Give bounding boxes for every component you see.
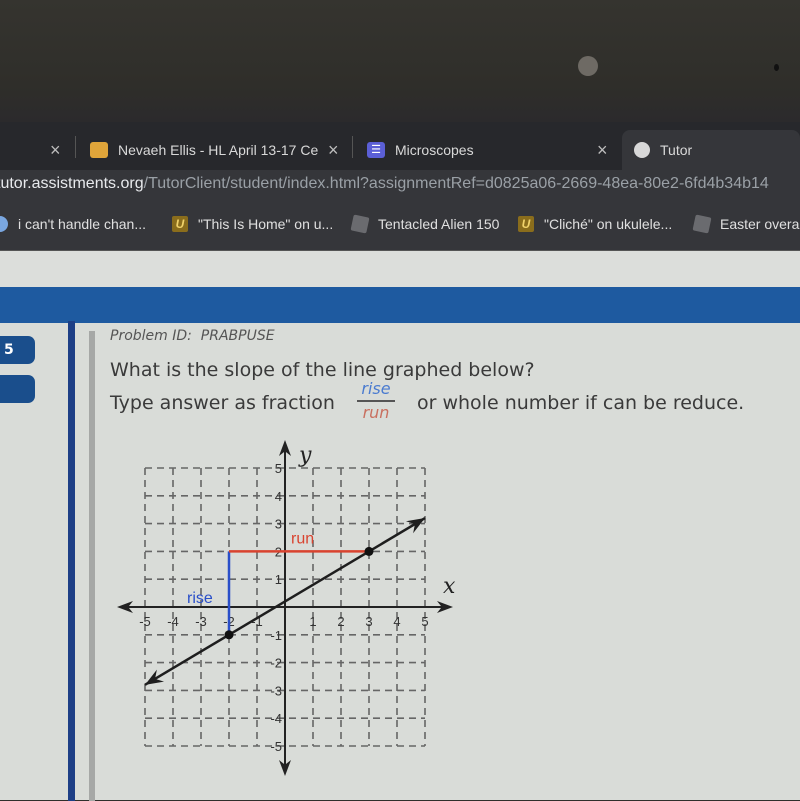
x-tick-label: 3 (365, 614, 372, 629)
rise-label: rise (187, 590, 213, 607)
x-tick-label: 2 (337, 614, 344, 629)
axes: xy (117, 440, 456, 776)
x-tick-label: -5 (139, 614, 151, 629)
x-tick-label: -3 (195, 614, 207, 629)
x-tick-label: 5 (421, 614, 428, 629)
coordinate-graph: xy -5-4-3-2-11234554321-1-2-3-4-5 riseru… (117, 440, 456, 776)
line-arrow-icon (145, 669, 165, 685)
y-tick-label: 5 (275, 461, 282, 476)
y-tick-label: -2 (270, 656, 282, 671)
plotted-point (364, 546, 374, 556)
y-tick-label: 1 (275, 572, 282, 587)
x-tick-label: 4 (393, 614, 400, 629)
line-arrow-icon (405, 518, 425, 534)
y-tick-label: -4 (270, 711, 282, 726)
y-axis-label: y (298, 443, 312, 468)
plotted-point (224, 630, 234, 640)
y-tick-label: 4 (275, 489, 282, 504)
x-axis-label: x (443, 574, 456, 599)
x-tick-label: -4 (167, 614, 179, 629)
x-tick-label: 1 (309, 614, 316, 629)
run-label: run (291, 530, 314, 547)
y-tick-label: -5 (270, 739, 282, 754)
y-tick-label: -1 (270, 628, 282, 643)
y-tick-label: 3 (275, 517, 282, 532)
y-tick-label: -3 (270, 683, 282, 698)
